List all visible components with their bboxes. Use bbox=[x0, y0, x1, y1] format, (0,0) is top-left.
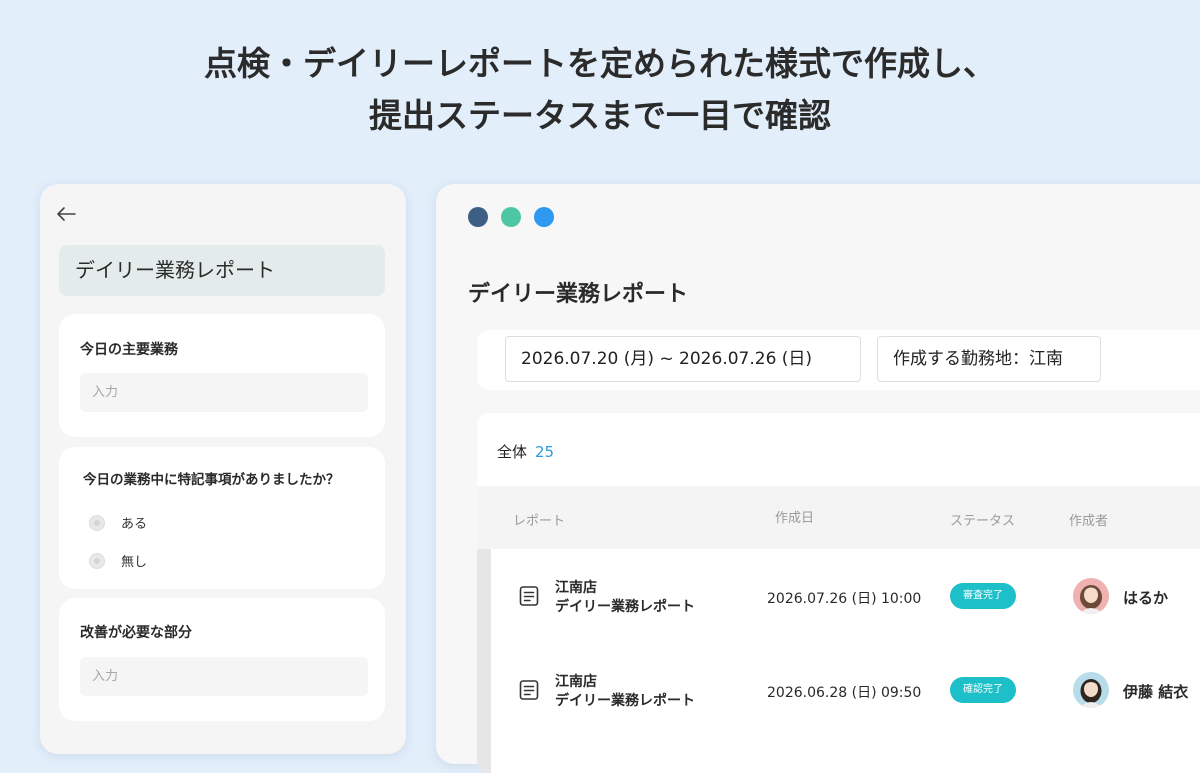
status-badge: 審査完了 bbox=[950, 583, 1016, 609]
row-report-name: デイリー業務レポート bbox=[555, 693, 695, 709]
mobile-form-panel: デイリー業務レポート 今日の主要業務 今日の業務中に特記事項がありましたか？ あ… bbox=[40, 184, 406, 754]
field-label-special-notes: 今日の業務中に特記事項がありましたか？ bbox=[83, 472, 340, 488]
page-title: デイリー業務レポート bbox=[468, 282, 689, 307]
radio-button[interactable] bbox=[89, 514, 105, 531]
radio-button[interactable] bbox=[89, 552, 105, 569]
desktop-window: デイリー業務レポート 2026.07.20 (月) ~ 2026.07.26 (… bbox=[436, 184, 1200, 773]
headline-line-1: 点検・デイリーレポートを定められた様式で作成し、 bbox=[204, 44, 996, 83]
radio-label-yes: ある bbox=[121, 517, 148, 532]
window-dot-minimize[interactable] bbox=[501, 207, 521, 227]
column-header-author[interactable]: 作成者 bbox=[1069, 510, 1108, 529]
field-card-main-tasks: 今日の主要業務 bbox=[59, 314, 385, 437]
headline: 点検・デイリーレポートを定められた様式で作成し、 提出ステータスまで一目で確認 bbox=[0, 38, 1200, 142]
column-header-report[interactable]: レポート bbox=[513, 510, 565, 529]
radio-option-yes[interactable]: ある bbox=[89, 513, 147, 532]
location-filter[interactable]: 作成する勤務地：江南 bbox=[877, 336, 1101, 382]
total-label: 全体 bbox=[497, 443, 528, 461]
column-header-date[interactable]: 作成日 bbox=[775, 507, 814, 526]
field-label-improvements: 改善が必要な部分 bbox=[80, 625, 192, 641]
date-range-filter[interactable]: 2026.07.20 (月) ~ 2026.07.26 (日) bbox=[505, 336, 861, 382]
field-label-main-tasks: 今日の主要業務 bbox=[80, 342, 178, 358]
row-author-name: はるか bbox=[1123, 589, 1169, 607]
document-icon bbox=[519, 680, 539, 700]
status-badge: 確認完了 bbox=[950, 677, 1016, 703]
field-card-special-notes: 今日の業務中に特記事項がありましたか？ ある 無し bbox=[59, 447, 385, 589]
row-store-name: 江南店 bbox=[555, 674, 597, 690]
row-store-name: 江南店 bbox=[555, 580, 597, 596]
form-title: デイリー業務レポート bbox=[59, 245, 385, 296]
total-count-value: 25 bbox=[535, 443, 555, 461]
main-tasks-input[interactable] bbox=[80, 373, 368, 412]
radio-option-no[interactable]: 無し bbox=[89, 551, 147, 570]
field-card-improvements: 改善が必要な部分 bbox=[59, 598, 385, 721]
document-icon bbox=[519, 586, 539, 606]
window-dot-maximize[interactable] bbox=[534, 207, 554, 227]
headline-line-2: 提出ステータスまで一目で確認 bbox=[369, 96, 831, 135]
table-row[interactable]: 江南店 デイリー業務レポート 2026.06.28 (日) 09:50 確認完了… bbox=[491, 643, 1200, 737]
row-report-name: デイリー業務レポート bbox=[555, 599, 695, 615]
window-dot-close[interactable] bbox=[468, 207, 488, 227]
report-table: 全体 25 レポート 作成日 ステータス 作成者 江南店 デイリー業務レポート 2… bbox=[477, 413, 1200, 773]
avatar bbox=[1073, 578, 1109, 614]
column-header-status[interactable]: ステータス bbox=[950, 510, 1015, 529]
table-row[interactable]: 江南店 デイリー業務レポート 2026.07.26 (日) 10:00 審査完了… bbox=[491, 549, 1200, 643]
filter-bar: 2026.07.20 (月) ~ 2026.07.26 (日) 作成する勤務地：… bbox=[477, 330, 1200, 390]
radio-label-no: 無し bbox=[121, 555, 148, 570]
back-arrow-icon[interactable] bbox=[56, 206, 76, 222]
total-count: 全体 25 bbox=[497, 441, 554, 462]
row-scroll-indicator bbox=[477, 549, 491, 773]
row-author-name: 伊藤 結衣 bbox=[1123, 683, 1189, 701]
row-created-date: 2026.06.28 (日) 09:50 bbox=[767, 685, 922, 701]
avatar bbox=[1073, 672, 1109, 708]
row-created-date: 2026.07.26 (日) 10:00 bbox=[767, 591, 922, 607]
table-header: レポート 作成日 ステータス 作成者 bbox=[477, 486, 1200, 549]
improvements-input[interactable] bbox=[80, 657, 368, 696]
